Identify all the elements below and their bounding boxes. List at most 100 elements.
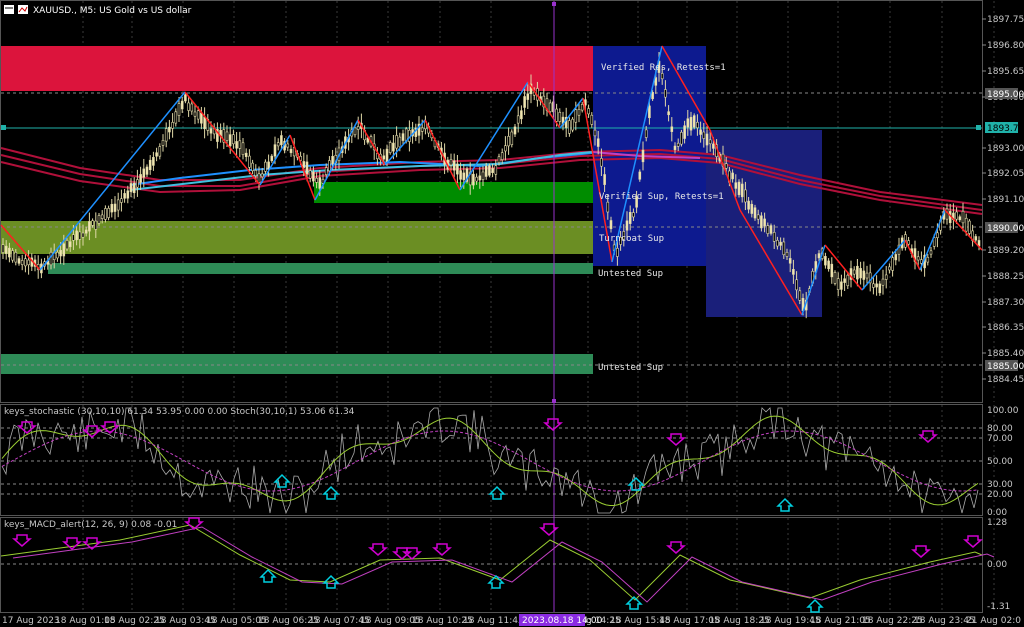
candle-body bbox=[107, 208, 110, 218]
price-axis-label: 1891.10 bbox=[987, 195, 1024, 205]
resistance-zone bbox=[1, 46, 593, 91]
time-axis-label: 18 Aug 11:45 bbox=[463, 616, 524, 626]
time-axis[interactable]: 17 Aug 202318 Aug 01:0518 Aug 02:2518 Au… bbox=[2, 616, 1021, 626]
candle-body bbox=[792, 269, 795, 275]
price-axis-label: 1892.05 bbox=[987, 169, 1024, 179]
candle-body bbox=[673, 145, 677, 151]
candle-body bbox=[232, 134, 235, 145]
support-price-tag-text: 1890.00 bbox=[987, 224, 1024, 234]
candle-body bbox=[843, 278, 846, 283]
candle-body bbox=[302, 161, 306, 168]
candle-body bbox=[590, 114, 594, 125]
candle-body bbox=[779, 241, 782, 246]
candle-body bbox=[840, 281, 843, 290]
candle-body bbox=[305, 161, 309, 175]
candle-body bbox=[488, 165, 491, 176]
candle-body bbox=[926, 256, 930, 263]
candle-body bbox=[270, 155, 274, 162]
candle-body bbox=[200, 112, 203, 124]
candle-body bbox=[708, 139, 712, 145]
current-line-handle-left[interactable] bbox=[1, 125, 6, 130]
candle-body bbox=[964, 217, 968, 232]
candle-body bbox=[91, 220, 94, 226]
candle-body bbox=[251, 162, 254, 172]
candle-body bbox=[907, 240, 910, 245]
candle-body bbox=[235, 141, 238, 149]
candle-body bbox=[187, 102, 190, 111]
candle-body bbox=[353, 127, 357, 136]
candle-body bbox=[56, 251, 59, 259]
stoch-level-label: 30.00 bbox=[987, 480, 1013, 490]
candle-body bbox=[331, 156, 334, 165]
candle-body bbox=[641, 149, 645, 163]
candle-body bbox=[318, 177, 322, 189]
candle-body bbox=[872, 283, 875, 288]
candle-body bbox=[884, 274, 888, 280]
price-axis-label: 1886.35 bbox=[987, 323, 1024, 333]
candle-body bbox=[382, 155, 386, 160]
low-price-tag-text: 1885.00 bbox=[987, 362, 1024, 372]
candle-body bbox=[328, 160, 331, 172]
candle-body bbox=[1, 244, 5, 253]
candle-body bbox=[254, 170, 258, 177]
candle-body bbox=[744, 189, 747, 203]
crosshair-handle-top[interactable] bbox=[552, 2, 556, 6]
candle-body bbox=[257, 173, 261, 183]
candle-body bbox=[776, 240, 779, 247]
candle-body bbox=[478, 175, 482, 181]
candle-body bbox=[260, 173, 264, 178]
candle-body bbox=[462, 172, 466, 181]
candle-body bbox=[491, 168, 494, 173]
turncoat-sup-label: Turncoat Sup bbox=[599, 234, 664, 244]
candle-body bbox=[817, 253, 821, 259]
candle-body bbox=[17, 258, 21, 264]
candle-body bbox=[116, 199, 120, 211]
candle-body bbox=[161, 140, 165, 146]
candle-body bbox=[577, 109, 581, 116]
chart-menu-icon[interactable] bbox=[4, 5, 14, 14]
candle-body bbox=[324, 167, 328, 175]
stoch-level-label: 70.00 bbox=[987, 434, 1013, 444]
trading-chart[interactable]: Verified Res, Retests=1 Verified Sup, Re… bbox=[0, 0, 1024, 627]
candle-body bbox=[139, 174, 142, 183]
candle-body bbox=[209, 128, 213, 134]
candle-body bbox=[356, 126, 360, 130]
stoch-level-label: 0.00 bbox=[987, 508, 1007, 518]
untested-sup-label-1: Untested Sup bbox=[598, 269, 663, 279]
candle-body bbox=[651, 92, 654, 100]
candle-body bbox=[4, 245, 8, 254]
candle-body bbox=[388, 142, 392, 153]
untested-support-zone-2 bbox=[1, 354, 593, 374]
candle-body bbox=[126, 190, 130, 199]
stoch-level-label: 50.00 bbox=[987, 457, 1013, 467]
candle-body bbox=[75, 230, 78, 241]
candle-body bbox=[475, 176, 478, 182]
candle-body bbox=[833, 272, 837, 284]
candle-body bbox=[628, 212, 632, 224]
candle-body bbox=[968, 220, 971, 234]
current-line-handle-right[interactable] bbox=[976, 125, 981, 130]
price-axis-label: 1888.25 bbox=[987, 272, 1024, 282]
candle-body bbox=[152, 157, 155, 166]
candle-body bbox=[148, 159, 152, 171]
macd-level-label: -1.31 bbox=[987, 602, 1010, 612]
price-axis[interactable]: 1897.751896.801895.651894.601893.001892.… bbox=[982, 15, 1024, 385]
candle-body bbox=[452, 160, 456, 171]
candle-body bbox=[8, 247, 11, 258]
resistance-price-tag-text: 1895.00 bbox=[987, 90, 1024, 100]
candle-body bbox=[603, 174, 606, 185]
time-axis-label: 21 Aug 02:0 bbox=[966, 616, 1021, 626]
candle-body bbox=[558, 112, 562, 122]
candle-body bbox=[798, 290, 802, 301]
candle-body bbox=[580, 104, 584, 111]
candle-body bbox=[664, 89, 667, 98]
candle-body bbox=[724, 163, 728, 169]
candle-body bbox=[459, 170, 462, 180]
crosshair-handle-bottom[interactable] bbox=[552, 399, 556, 403]
candle-body bbox=[568, 120, 571, 134]
candle-body bbox=[571, 118, 574, 131]
candle-body bbox=[196, 110, 200, 120]
macd-level-label: 1.28 bbox=[987, 518, 1007, 528]
candle-body bbox=[14, 252, 18, 263]
candle-body bbox=[513, 126, 517, 135]
